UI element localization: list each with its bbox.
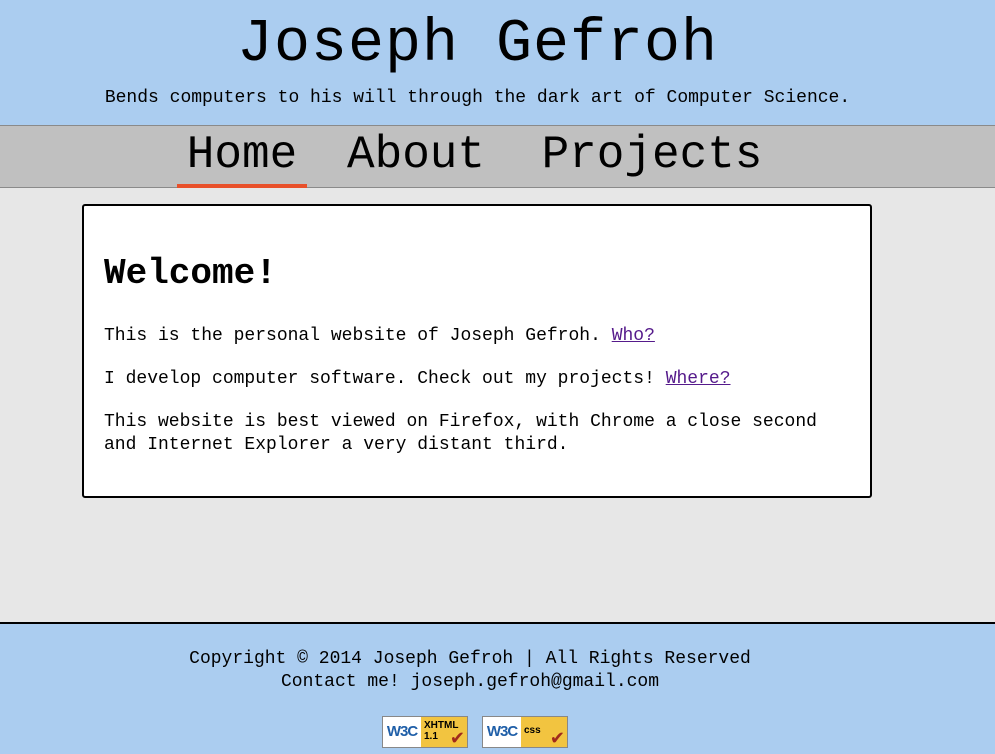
intro-paragraph: This is the personal website of Joseph G… <box>104 325 844 348</box>
w3c-css-badge[interactable]: W3C css ✔ <box>482 716 568 748</box>
browser-note-paragraph: This website is best viewed on Firefox, … <box>104 412 817 455</box>
projects-paragraph: I develop computer software. Check out m… <box>104 368 844 391</box>
active-tab-indicator <box>177 184 307 188</box>
nav-item-about-label: About <box>346 129 486 181</box>
xhtml-badge-version: 1.1 <box>424 731 438 742</box>
nav-item-home[interactable]: Home <box>177 126 307 188</box>
w3c-logo: W3C <box>386 723 418 740</box>
site-title: Joseph Gefroh <box>236 11 719 79</box>
main-nav: Home About Projects <box>0 125 995 188</box>
css-badge-label: css <box>524 725 541 736</box>
content-card: Welcome! This is the personal website of… <box>82 204 872 498</box>
checkmark-icon: ✔ <box>449 728 465 748</box>
where-link[interactable]: Where? <box>666 369 731 389</box>
site-header: Joseph Gefroh Bends computers to his wil… <box>0 0 995 125</box>
projects-text: I develop computer software. Check out m… <box>104 369 666 389</box>
intro-text: This is the personal website of Joseph G… <box>104 326 612 346</box>
checkmark-icon: ✔ <box>549 728 565 748</box>
who-link[interactable]: Who? <box>612 326 655 346</box>
site-footer: Copyright © 2014 Joseph Gefroh | All Rig… <box>0 622 995 754</box>
site-tagline: Bends computers to his will through the … <box>104 88 851 108</box>
copyright-text: Copyright © 2014 Joseph Gefroh | All Rig… <box>189 649 751 669</box>
nav-item-about[interactable]: About <box>340 126 492 187</box>
nav-item-projects-label: Projects <box>541 129 763 181</box>
nav-item-home-label: Home <box>186 129 298 181</box>
w3c-xhtml-badge[interactable]: W3C XHTML 1.1 ✔ <box>382 716 468 748</box>
w3c-logo: W3C <box>486 723 518 740</box>
contact-text: Contact me! joseph.gefroh@gmail.com <box>280 672 660 692</box>
welcome-heading: Welcome! <box>104 253 277 294</box>
nav-item-projects[interactable]: Projects <box>532 126 772 187</box>
